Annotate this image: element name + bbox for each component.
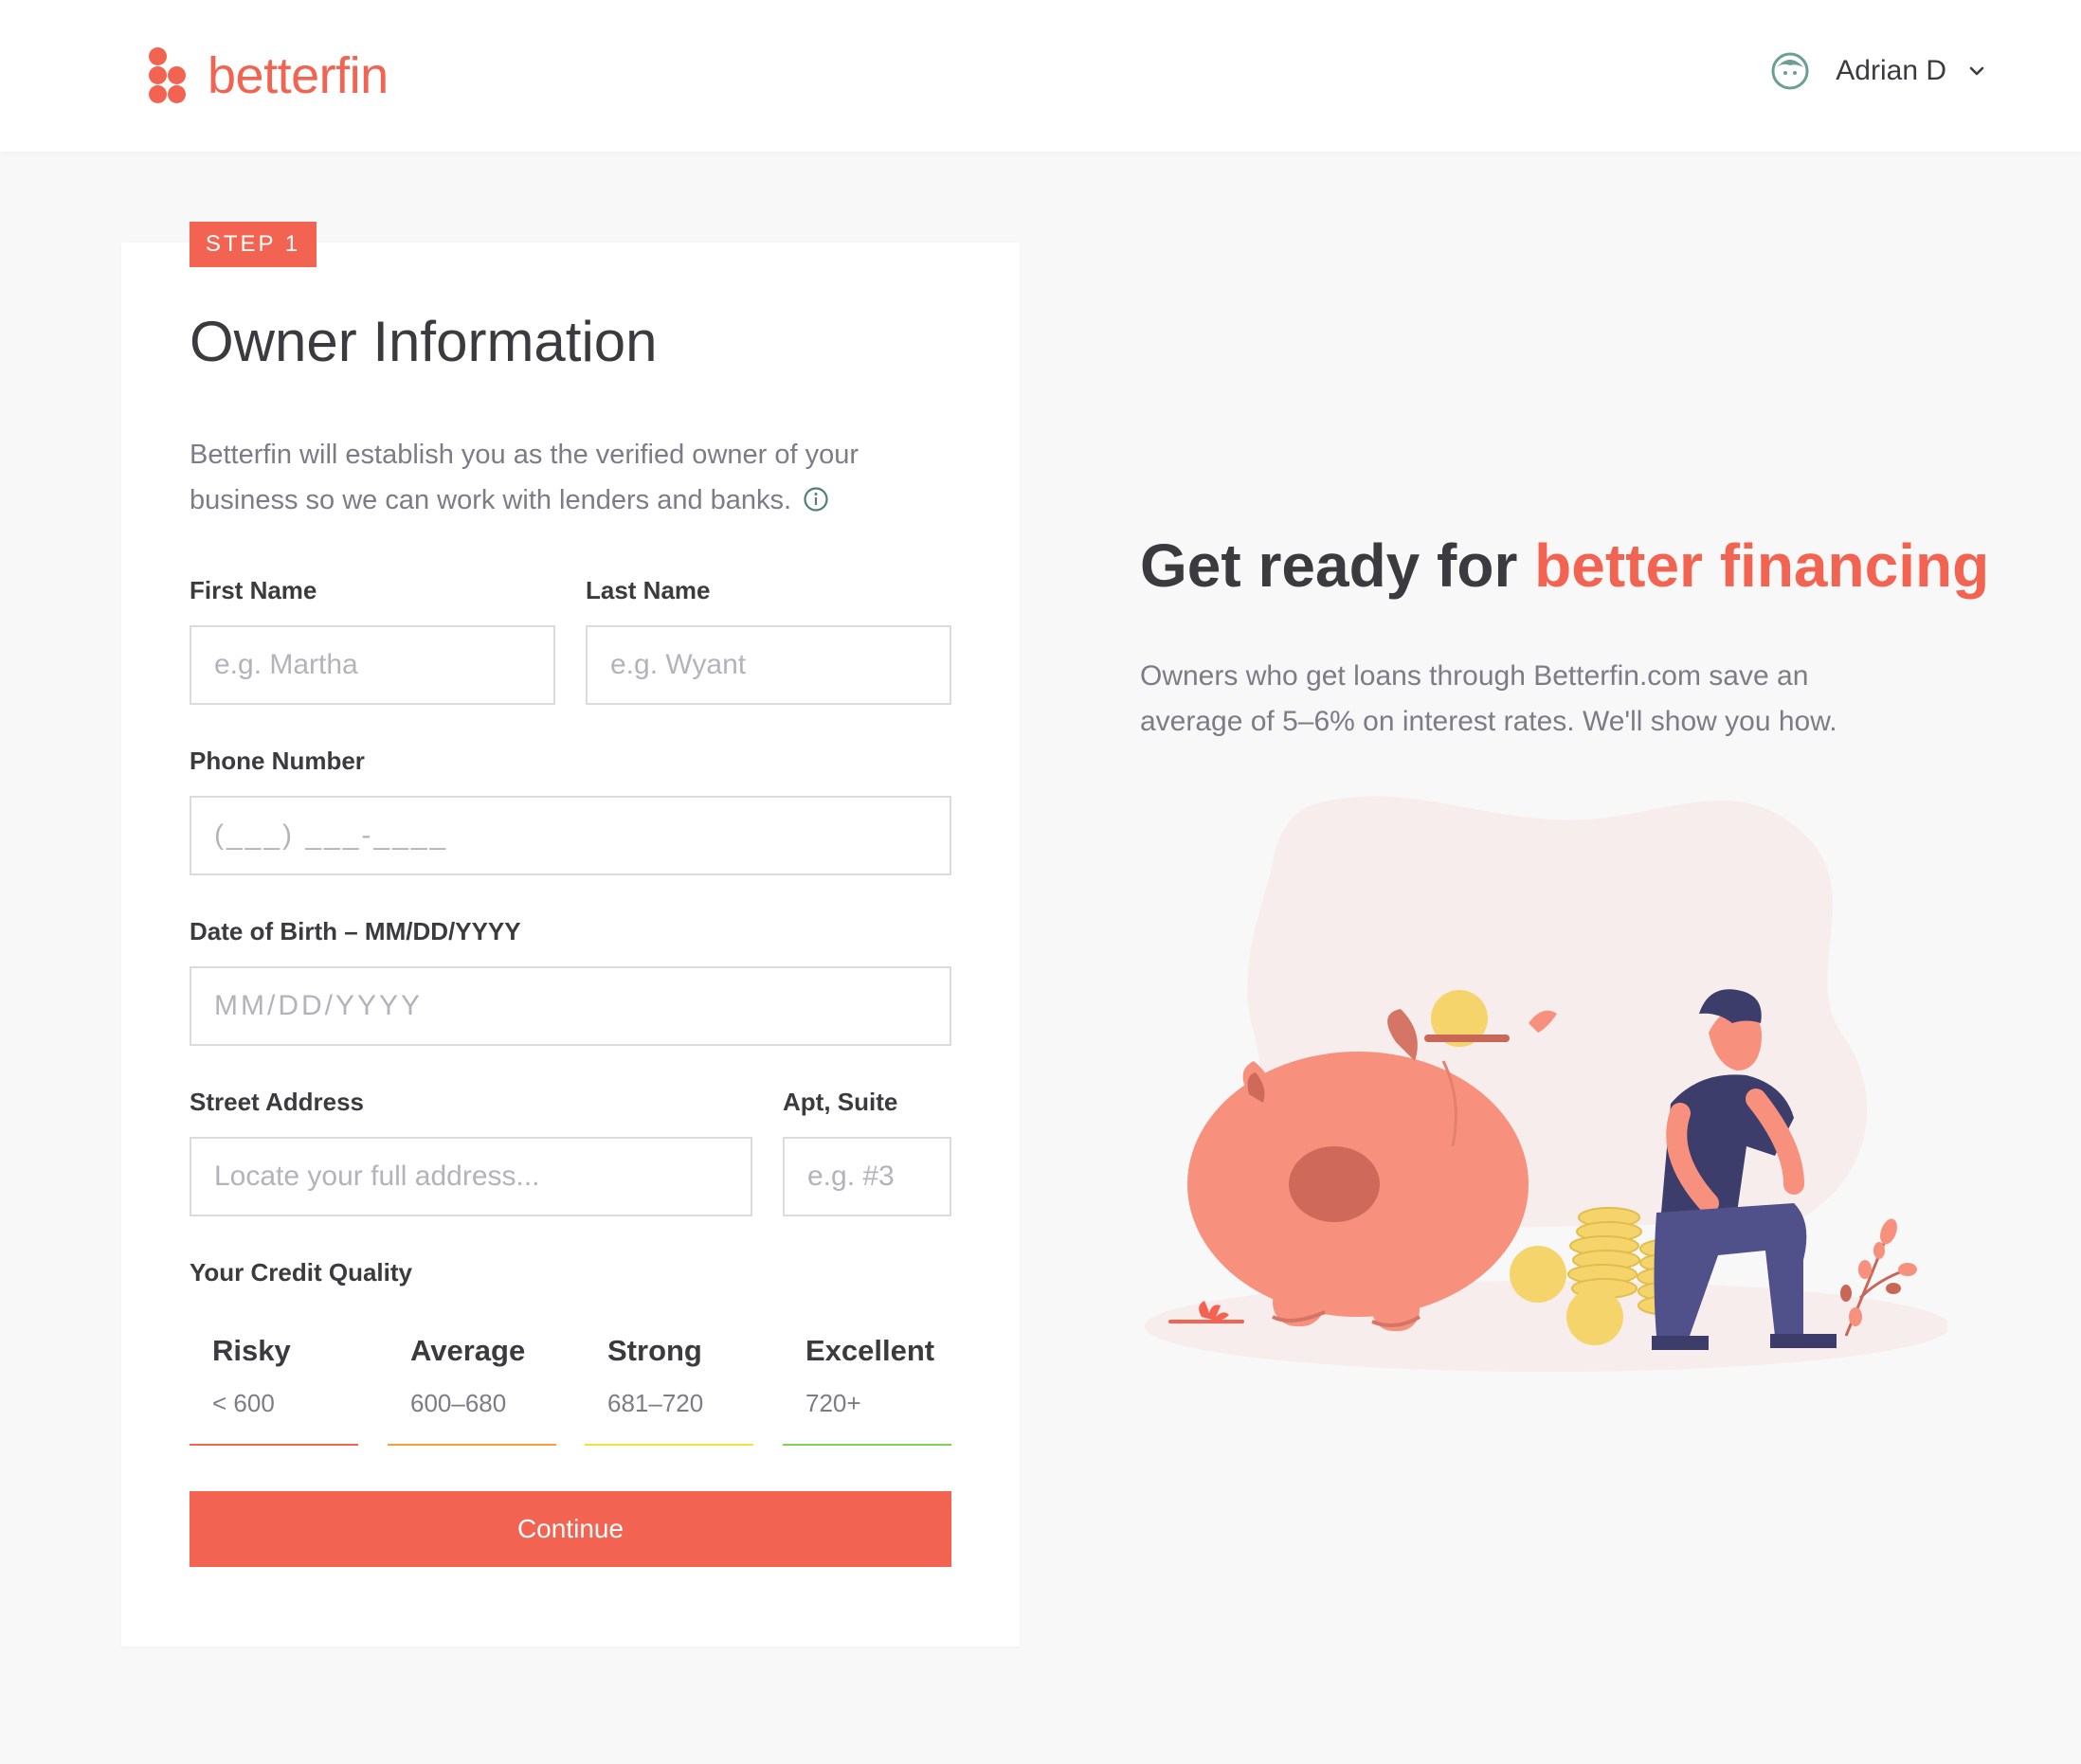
- betterfin-logo-icon: [147, 47, 189, 104]
- top-header: betterfin Adrian D: [0, 0, 2081, 152]
- hero-title-plain: Get ready for: [1140, 531, 1535, 600]
- brand-name: betterfin: [208, 47, 389, 104]
- street-label: Street Address: [190, 1088, 364, 1116]
- apt-input[interactable]: [783, 1137, 951, 1216]
- first-name-input[interactable]: [190, 625, 555, 705]
- credit-option-range: 600–680: [410, 1389, 507, 1417]
- credit-option-average[interactable]: Average 600–680: [388, 1334, 556, 1446]
- continue-button[interactable]: Continue: [190, 1491, 951, 1567]
- step-badge: STEP 1: [190, 222, 317, 267]
- credit-option-name: Average: [410, 1334, 526, 1367]
- credit-option-bar: [585, 1444, 753, 1446]
- credit-option-name: Risky: [212, 1334, 291, 1367]
- credit-option-bar: [388, 1444, 556, 1446]
- credit-option-bar: [190, 1444, 358, 1446]
- credit-option-bar: [783, 1444, 951, 1446]
- first-name-label: First Name: [190, 576, 317, 604]
- hero-title-accent: better financing: [1534, 531, 1990, 600]
- user-avatar-icon: [1771, 52, 1809, 90]
- credit-option-strong[interactable]: Strong 681–720: [585, 1334, 753, 1446]
- last-name-label: Last Name: [586, 576, 711, 604]
- credit-option-range: 681–720: [607, 1389, 704, 1417]
- credit-option-risky[interactable]: Risky < 600: [190, 1334, 358, 1446]
- user-name: Adrian D: [1836, 55, 1946, 86]
- credit-quality-label: Your Credit Quality: [190, 1258, 412, 1287]
- phone-label: Phone Number: [190, 747, 365, 775]
- page-title: Owner Information: [190, 310, 658, 373]
- form-description: Betterfin will establish you as the veri…: [190, 432, 948, 523]
- credit-option-name: Excellent: [805, 1334, 935, 1367]
- credit-option-name: Strong: [607, 1334, 702, 1367]
- credit-option-range: < 600: [212, 1389, 275, 1417]
- hero-description: Owners who get loans through Betterfin.c…: [1140, 660, 1837, 737]
- piggy-bank-illustration: [1145, 796, 1947, 1372]
- credit-option-range: 720+: [805, 1389, 861, 1417]
- phone-input[interactable]: [190, 796, 951, 875]
- credit-option-excellent[interactable]: Excellent 720+: [783, 1334, 951, 1446]
- user-menu[interactable]: Adrian D: [1771, 49, 1986, 93]
- last-name-input[interactable]: [586, 625, 951, 705]
- brand-logo[interactable]: betterfin: [147, 47, 389, 104]
- chevron-down-icon: [1969, 66, 1984, 76]
- street-address-input[interactable]: [190, 1137, 752, 1216]
- apt-label: Apt, Suite: [783, 1088, 898, 1116]
- hero-title: Get ready for better financing: [1140, 531, 1989, 601]
- info-icon[interactable]: [803, 486, 829, 513]
- dob-label: Date of Birth – MM/DD/YYYY: [190, 917, 521, 945]
- form-description-text: Betterfin will establish you as the veri…: [190, 440, 860, 515]
- dob-input[interactable]: [190, 966, 951, 1046]
